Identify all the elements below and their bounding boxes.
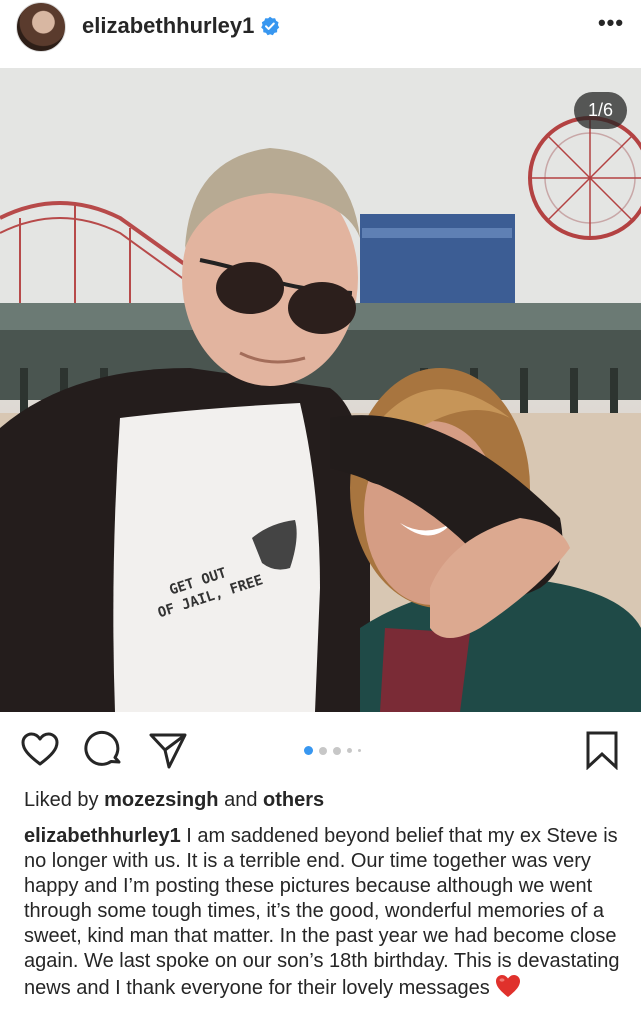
carousel-dot [347, 748, 352, 753]
avatar[interactable] [16, 2, 66, 52]
action-bar [0, 712, 641, 788]
likes-others-link[interactable]: others [263, 789, 324, 811]
caption-text: I am saddened beyond belief that my ex S… [24, 825, 620, 999]
likes-and: and [224, 789, 258, 811]
image-counter: 1/6 [573, 92, 627, 129]
post-header: elizabethhurley1 ••• [0, 0, 641, 68]
post-username[interactable]: elizabethhurley1 [82, 13, 254, 39]
share-icon[interactable] [148, 730, 188, 770]
heart-icon[interactable] [20, 730, 60, 770]
bookmark-icon[interactable] [582, 730, 622, 770]
verified-badge-icon [261, 16, 280, 36]
caption-username[interactable]: elizabethhurley1 [24, 825, 181, 847]
carousel-dot [358, 749, 361, 752]
carousel-dot-active [304, 746, 313, 755]
carousel-indicator [304, 746, 361, 755]
post-photo-illustration [0, 68, 641, 712]
post-caption: elizabethhurley1 I am saddened beyond be… [24, 824, 624, 1001]
carousel-dot [319, 746, 327, 755]
comment-icon[interactable] [84, 730, 124, 770]
red-heart-icon [496, 975, 521, 997]
likes-prefix: Liked by [24, 789, 99, 811]
more-options-icon[interactable]: ••• [597, 12, 625, 38]
liked-by-user-link[interactable]: mozezsingh [104, 789, 218, 811]
carousel-dot [333, 746, 341, 755]
likes-line: Liked by mozezsingh and others [24, 789, 324, 812]
post-image[interactable]: GET OUT OF JAIL, FREE 1/6 [0, 68, 641, 712]
